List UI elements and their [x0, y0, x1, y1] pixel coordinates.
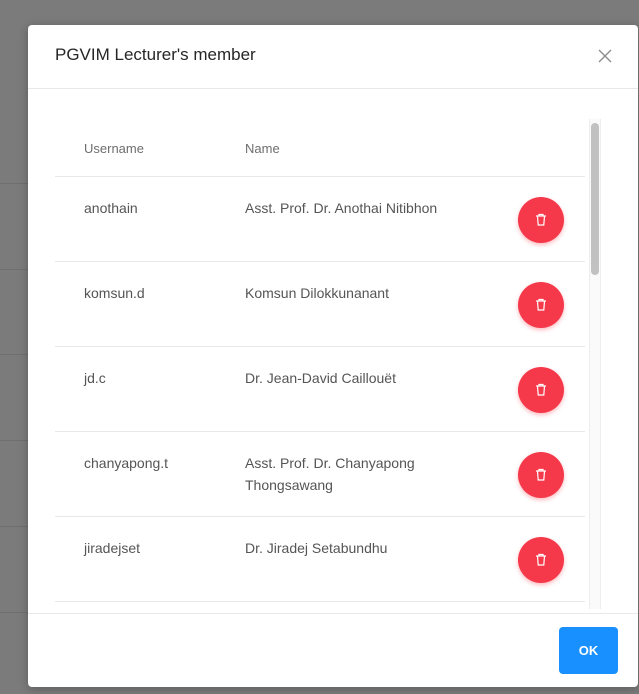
- close-icon: [598, 49, 612, 63]
- name-cell: Asst. Prof. Dr. Chanyapong Thongsawang: [245, 431, 515, 517]
- background-divider: [0, 612, 30, 613]
- delete-member-button[interactable]: [518, 537, 564, 583]
- vertical-scrollbar[interactable]: [589, 119, 601, 609]
- name-cell: Dr. Jean-David Caillouët: [245, 346, 515, 432]
- delete-member-button[interactable]: [518, 367, 564, 413]
- background-divider: [0, 440, 30, 441]
- table-row: komsun.d Komsun Dilokkunanant: [55, 261, 585, 347]
- modal-title: PGVIM Lecturer's member: [55, 45, 256, 64]
- scrollbar-thumb[interactable]: [591, 123, 599, 275]
- background-divider: [0, 269, 30, 270]
- trash-icon: [536, 213, 546, 226]
- name-cell: Komsun Dilokkunanant: [245, 261, 515, 347]
- table-header-row: Username Name: [55, 121, 585, 177]
- trash-icon: [536, 553, 546, 566]
- name-column-header: Name: [245, 121, 515, 177]
- background-divider: [0, 183, 30, 184]
- modal-footer: OK: [28, 613, 638, 687]
- delete-member-button[interactable]: [518, 282, 564, 328]
- delete-member-button[interactable]: [518, 452, 564, 498]
- modal-body: Username Name anothain Asst. Prof. Dr. An…: [28, 89, 638, 613]
- trash-icon: [536, 298, 546, 311]
- members-table: Username Name anothain Asst. Prof. Dr. An…: [55, 121, 585, 602]
- table-row: anothain Asst. Prof. Dr. Anothai Nitibhon: [55, 176, 585, 262]
- actions-cell: [515, 516, 585, 602]
- username-column-header: Username: [55, 121, 245, 177]
- table-row: jiradejset Dr. Jiradej Setabundhu: [55, 516, 585, 602]
- table-row: chanyapong.t Asst. Prof. Dr. Chanyapong T…: [55, 431, 585, 517]
- trash-icon: [536, 468, 546, 481]
- actions-cell: [515, 176, 585, 262]
- members-table-container[interactable]: Username Name anothain Asst. Prof. Dr. An…: [55, 121, 585, 613]
- actions-cell: [515, 346, 585, 432]
- name-cell: Asst. Prof. Dr. Anothai Nitibhon: [245, 176, 515, 262]
- delete-member-button[interactable]: [518, 197, 564, 243]
- actions-cell: [515, 261, 585, 347]
- actions-column-header: [515, 121, 585, 177]
- username-cell: chanyapong.t: [55, 431, 245, 517]
- username-cell: jiradejset: [55, 516, 245, 602]
- background-divider: [0, 354, 30, 355]
- actions-cell: [515, 431, 585, 517]
- name-cell: Dr. Jiradej Setabundhu: [245, 516, 515, 602]
- table-row: jd.c Dr. Jean-David Caillouët: [55, 346, 585, 432]
- modal-header: PGVIM Lecturer's member: [28, 25, 638, 89]
- trash-icon: [536, 383, 546, 396]
- close-button[interactable]: [594, 45, 616, 67]
- username-cell: komsun.d: [55, 261, 245, 347]
- username-cell: anothain: [55, 176, 245, 262]
- username-cell: jd.c: [55, 346, 245, 432]
- ok-button[interactable]: OK: [559, 627, 618, 674]
- lecturer-members-modal: PGVIM Lecturer's member Username Name an…: [28, 25, 638, 687]
- background-divider: [0, 526, 30, 527]
- table-body: anothain Asst. Prof. Dr. Anothai Nitibhon…: [55, 176, 585, 602]
